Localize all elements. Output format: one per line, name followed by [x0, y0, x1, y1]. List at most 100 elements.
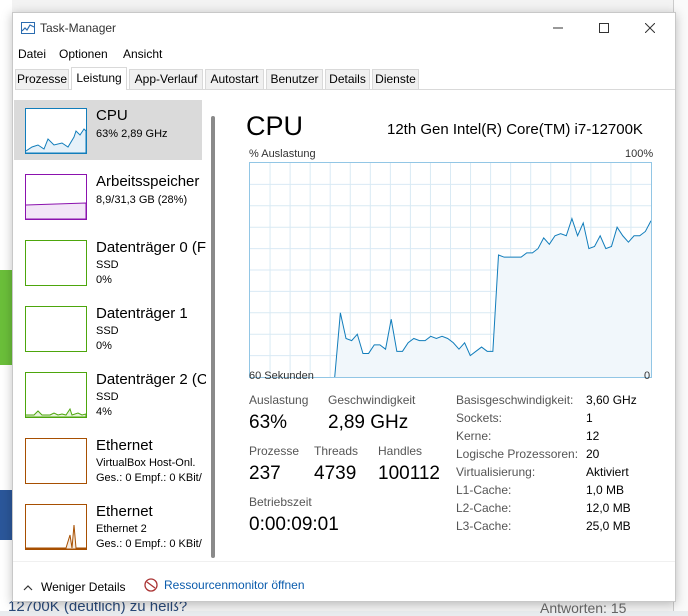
sidebar-item-adapter: Ethernet 2 — [96, 523, 147, 535]
tab-app-verlauf[interactable]: App-Verlauf — [129, 69, 203, 89]
sidebar-item-name: Datenträger 0 (F — [96, 239, 206, 256]
resource-monitor-label: Ressourcenmonitor öffnen — [164, 578, 305, 592]
info-value-l1-cache: 1,0 MB — [586, 483, 625, 497]
info-label-logical-processors: Logische Prozessoren: — [456, 447, 579, 461]
threads-label: Threads — [314, 444, 359, 458]
info-label-sockets: Sockets: — [456, 411, 503, 425]
cpu-thumbnail — [25, 108, 87, 154]
minimize-button[interactable] — [535, 13, 581, 43]
sidebar-item-name: Arbeitsspeicher — [96, 173, 200, 190]
footer: Weniger Details Ressourcenmonitor öffnen — [13, 569, 675, 601]
usage-value: 63% — [249, 412, 288, 433]
speed-value: 2,89 GHz — [328, 412, 409, 433]
threads-value: 4739 — [314, 463, 357, 484]
memory-thumbnail — [25, 174, 87, 220]
sidebar-item-disk-2[interactable]: Datenträger 2 (C SSD 4% — [14, 364, 206, 424]
sidebar-item-ethernet-1[interactable]: Ethernet VirtualBox Host-Onl. Ges.: 0 Em… — [14, 430, 202, 490]
sidebar-item-detail: 8,9/31,3 GB (28%) — [96, 194, 188, 206]
disk-1-thumbnail — [25, 306, 87, 352]
task-manager-icon — [21, 22, 35, 34]
close-icon — [645, 23, 655, 33]
sidebar-item-usage: 0% — [96, 274, 112, 286]
graph-y-label: % Auslastung — [249, 148, 316, 160]
info-value-l3-cache: 25,0 MB — [586, 519, 631, 533]
uptime-label: Betriebszeit — [249, 495, 312, 509]
sidebar-item-detail: 63% 2,89 GHz — [96, 128, 168, 140]
tab-dienste[interactable]: Dienste — [372, 69, 419, 89]
sidebar-item-name: Datenträger 1 — [96, 305, 188, 322]
disk-2-thumbnail — [25, 372, 87, 418]
ethernet-1-thumbnail — [25, 438, 87, 484]
close-button[interactable] — [627, 13, 673, 43]
info-value-sockets: 1 — [586, 411, 593, 425]
tab-bar: Prozesse Leistung App-Verlauf Autostart … — [15, 67, 675, 90]
sidebar-item-throughput: Ges.: 0 Empf.: 0 KBit/ — [96, 538, 202, 550]
menu-datei[interactable]: Datei — [18, 47, 46, 61]
sidebar-item-disk-1[interactable]: Datenträger 1 SSD 0% — [14, 298, 202, 358]
sidebar-item-name: CPU — [96, 107, 128, 124]
minimize-icon — [553, 27, 563, 29]
maximize-button[interactable] — [581, 13, 627, 43]
info-label-l1-cache: L1-Cache: — [456, 483, 512, 497]
window-title: Task-Manager — [40, 21, 117, 35]
sidebar-item-usage: 4% — [96, 406, 112, 418]
processes-value: 237 — [249, 463, 281, 484]
sidebar-item-usage: 0% — [96, 340, 112, 352]
info-label-cores: Kerne: — [456, 429, 492, 443]
cpu-usage-svg — [250, 163, 652, 378]
resource-monitor-icon — [144, 578, 158, 592]
sidebar-item-name: Ethernet — [96, 437, 153, 454]
disk-0-thumbnail — [25, 240, 87, 286]
sidebar-item-type: SSD — [96, 391, 119, 403]
ethernet-2-thumbnail — [25, 504, 87, 550]
cpu-model: 12th Gen Intel(R) Core(TM) i7-12700K — [387, 121, 643, 138]
menu-optionen[interactable]: Optionen — [59, 47, 108, 61]
sidebar-item-ethernet-2[interactable]: Ethernet Ethernet 2 Ges.: 0 Empf.: 0 KBi… — [14, 496, 202, 556]
sidebar-item-cpu[interactable]: CPU 63% 2,89 GHz — [14, 100, 202, 160]
tab-autostart[interactable]: Autostart — [205, 69, 264, 89]
background-green-block — [0, 270, 12, 365]
info-value-base-speed: 3,60 GHz — [586, 393, 637, 407]
sidebar-item-type: SSD — [96, 259, 119, 271]
tab-benutzer[interactable]: Benutzer — [266, 69, 323, 89]
info-label-l2-cache: L2-Cache: — [456, 501, 512, 515]
sidebar-item-throughput: Ges.: 0 Empf.: 0 KBit/ — [96, 472, 202, 484]
background-answers-count: Antworten: 15 — [540, 600, 627, 616]
footer-divider — [13, 561, 675, 562]
sidebar-item-type: SSD — [96, 325, 119, 337]
cpu-usage-chart — [249, 162, 652, 378]
less-details-label: Weniger Details — [41, 580, 126, 594]
uptime-value: 0:00:09:01 — [249, 514, 339, 535]
tab-prozesse[interactable]: Prozesse — [15, 69, 69, 89]
resource-list: CPU 63% 2,89 GHz Arbeitsspeicher 8,9/31,… — [13, 90, 223, 560]
graph-y-max: 100% — [625, 148, 654, 160]
maximize-icon — [599, 23, 609, 33]
sidebar-item-name: Datenträger 2 (C — [96, 371, 206, 388]
info-label-virtualization: Virtualisierung: — [456, 465, 536, 479]
resource-monitor-link[interactable]: Ressourcenmonitor öffnen — [144, 578, 305, 592]
less-details-button[interactable]: Weniger Details — [23, 580, 125, 594]
info-value-logical-processors: 20 — [586, 447, 600, 461]
task-manager-window: Task-Manager Datei Optionen Ansicht Proz… — [12, 12, 676, 602]
info-value-cores: 12 — [586, 429, 600, 443]
menu-ansicht[interactable]: Ansicht — [123, 47, 162, 61]
page-title: CPU — [246, 111, 304, 141]
sidebar-item-disk-0[interactable]: Datenträger 0 (F SSD 0% — [14, 232, 206, 292]
chevron-up-icon — [23, 584, 33, 590]
tab-leistung[interactable]: Leistung — [71, 67, 127, 90]
info-label-l3-cache: L3-Cache: — [456, 519, 512, 533]
tab-details[interactable]: Details — [325, 69, 370, 89]
menu-bar: Datei Optionen Ansicht — [13, 44, 675, 64]
speed-label: Geschwindigkeit — [328, 393, 416, 407]
sidebar-item-adapter: VirtualBox Host-Onl. — [96, 457, 196, 469]
usage-label: Auslastung — [249, 393, 309, 407]
sidebar-item-memory[interactable]: Arbeitsspeicher 8,9/31,3 GB (28%) — [14, 166, 202, 226]
background-blue-block — [0, 490, 12, 540]
info-value-virtualization: Aktiviert — [586, 465, 629, 479]
handles-value: 100112 — [378, 463, 440, 484]
info-label-base-speed: Basisgeschwindigkeit: — [456, 393, 574, 407]
info-value-l2-cache: 12,0 MB — [586, 501, 631, 515]
sidebar-scrollbar[interactable] — [211, 116, 215, 558]
graph-min-label: 0 — [644, 370, 651, 382]
sidebar-item-name: Ethernet — [96, 503, 153, 520]
